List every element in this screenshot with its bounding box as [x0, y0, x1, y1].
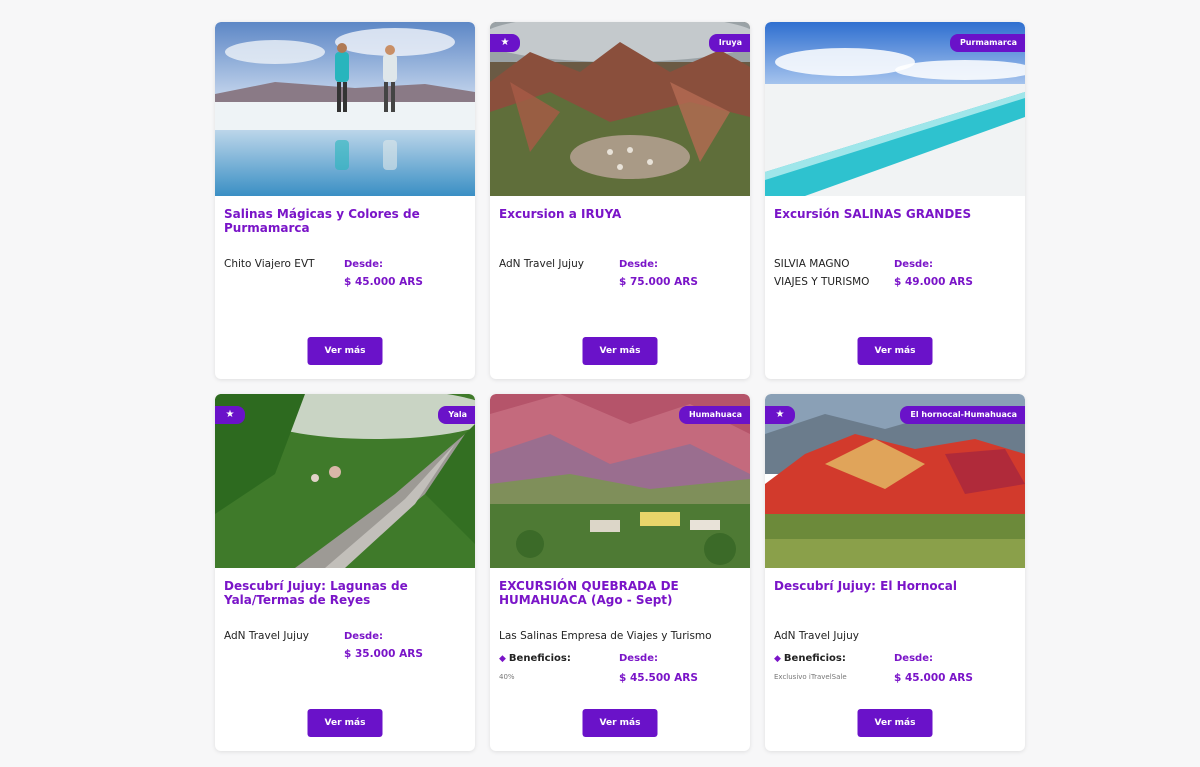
excursions-grid: Salinas Mágicas y Colores de Purmamarca … — [215, 22, 1025, 751]
location-badge: Purmamarca — [949, 34, 1025, 52]
agency-name: AdN Travel Jujuy — [774, 630, 859, 642]
card-title[interactable]: EXCURSIÓN QUEBRADA DE HUMAHUACA (Ago - S… — [499, 579, 741, 607]
agency-name: AdN Travel Jujuy — [499, 258, 584, 270]
card-title[interactable]: Descubrí Jujuy: Lagunas de Yala/Termas d… — [224, 579, 466, 607]
price-value: $ 45.000 ARS — [894, 672, 973, 684]
price-label: Desde: — [619, 259, 658, 270]
card-image[interactable]: ★ El hornocal-Humahuaca — [765, 394, 1025, 568]
excursion-card[interactable]: Salinas Mágicas y Colores de Purmamarca … — [215, 22, 475, 379]
location-badge: El hornocal-Humahuaca — [900, 406, 1025, 424]
price-value: $ 49.000 ARS — [894, 276, 973, 288]
card-image[interactable]: Humahuaca — [490, 394, 750, 568]
card-title[interactable]: Excursión SALINAS GRANDES — [774, 207, 1016, 221]
price-label: Desde: — [894, 259, 933, 270]
agency-name: AdN Travel Jujuy — [224, 630, 309, 642]
price-value: $ 45.000 ARS — [344, 276, 423, 288]
card-image[interactable]: ★ Yala — [215, 394, 475, 568]
star-icon: ★ — [765, 406, 795, 424]
benefits-label: ◆ Beneficios: — [499, 653, 571, 664]
location-badge: Yala — [438, 406, 475, 424]
tag-icon: ◆ — [499, 654, 506, 664]
ver-mas-button[interactable]: Ver más — [857, 337, 933, 365]
card-image[interactable]: Purmamarca — [765, 22, 1025, 196]
agency-name: Chito Viajero EVT — [224, 258, 315, 270]
price-value: $ 75.000 ARS — [619, 276, 698, 288]
excursion-card[interactable]: Humahuaca EXCURSIÓN QUEBRADA DE HUMAHUAC… — [490, 394, 750, 751]
price-label: Desde: — [344, 259, 383, 270]
agency-name: Las Salinas Empresa de Viajes y Turismo — [499, 630, 712, 642]
agency-name-line2: VIAJES Y TURISMO — [774, 276, 870, 288]
benefits-value: 40% — [499, 673, 515, 681]
excursion-card[interactable]: Purmamarca Excursión SALINAS GRANDES SIL… — [765, 22, 1025, 379]
ver-mas-button[interactable]: Ver más — [857, 709, 933, 737]
card-title[interactable]: Excursion a IRUYA — [499, 207, 741, 221]
agency-name-line1: SILVIA MAGNO — [774, 258, 850, 270]
ver-mas-button[interactable]: Ver más — [582, 337, 658, 365]
ver-mas-button[interactable]: Ver más — [307, 337, 383, 365]
excursion-card[interactable]: ★ Yala Descubrí Jujuy: Lagunas de Yala/T… — [215, 394, 475, 751]
price-label: Desde: — [894, 653, 933, 664]
location-badge: Iruya — [708, 34, 750, 52]
card-title[interactable]: Salinas Mágicas y Colores de Purmamarca — [224, 207, 466, 235]
ver-mas-button[interactable]: Ver más — [307, 709, 383, 737]
excursion-card[interactable]: ★ Iruya Excursion a IRUYA AdN Travel Juj… — [490, 22, 750, 379]
benefits-label: ◆ Beneficios: — [774, 653, 846, 664]
price-value: $ 45.500 ARS — [619, 672, 698, 684]
price-value: $ 35.000 ARS — [344, 648, 423, 660]
star-icon: ★ — [215, 406, 245, 424]
tag-icon: ◆ — [774, 654, 781, 664]
star-icon: ★ — [490, 34, 520, 52]
card-image[interactable] — [215, 22, 475, 196]
ver-mas-button[interactable]: Ver más — [582, 709, 658, 737]
price-label: Desde: — [619, 653, 658, 664]
location-badge: Humahuaca — [678, 406, 750, 424]
benefits-value: Exclusivo iTravelSale — [774, 673, 847, 681]
card-title[interactable]: Descubrí Jujuy: El Hornocal — [774, 579, 1016, 593]
card-image[interactable]: ★ Iruya — [490, 22, 750, 196]
price-label: Desde: — [344, 631, 383, 642]
excursion-card[interactable]: ★ El hornocal-Humahuaca Descubrí Jujuy: … — [765, 394, 1025, 751]
